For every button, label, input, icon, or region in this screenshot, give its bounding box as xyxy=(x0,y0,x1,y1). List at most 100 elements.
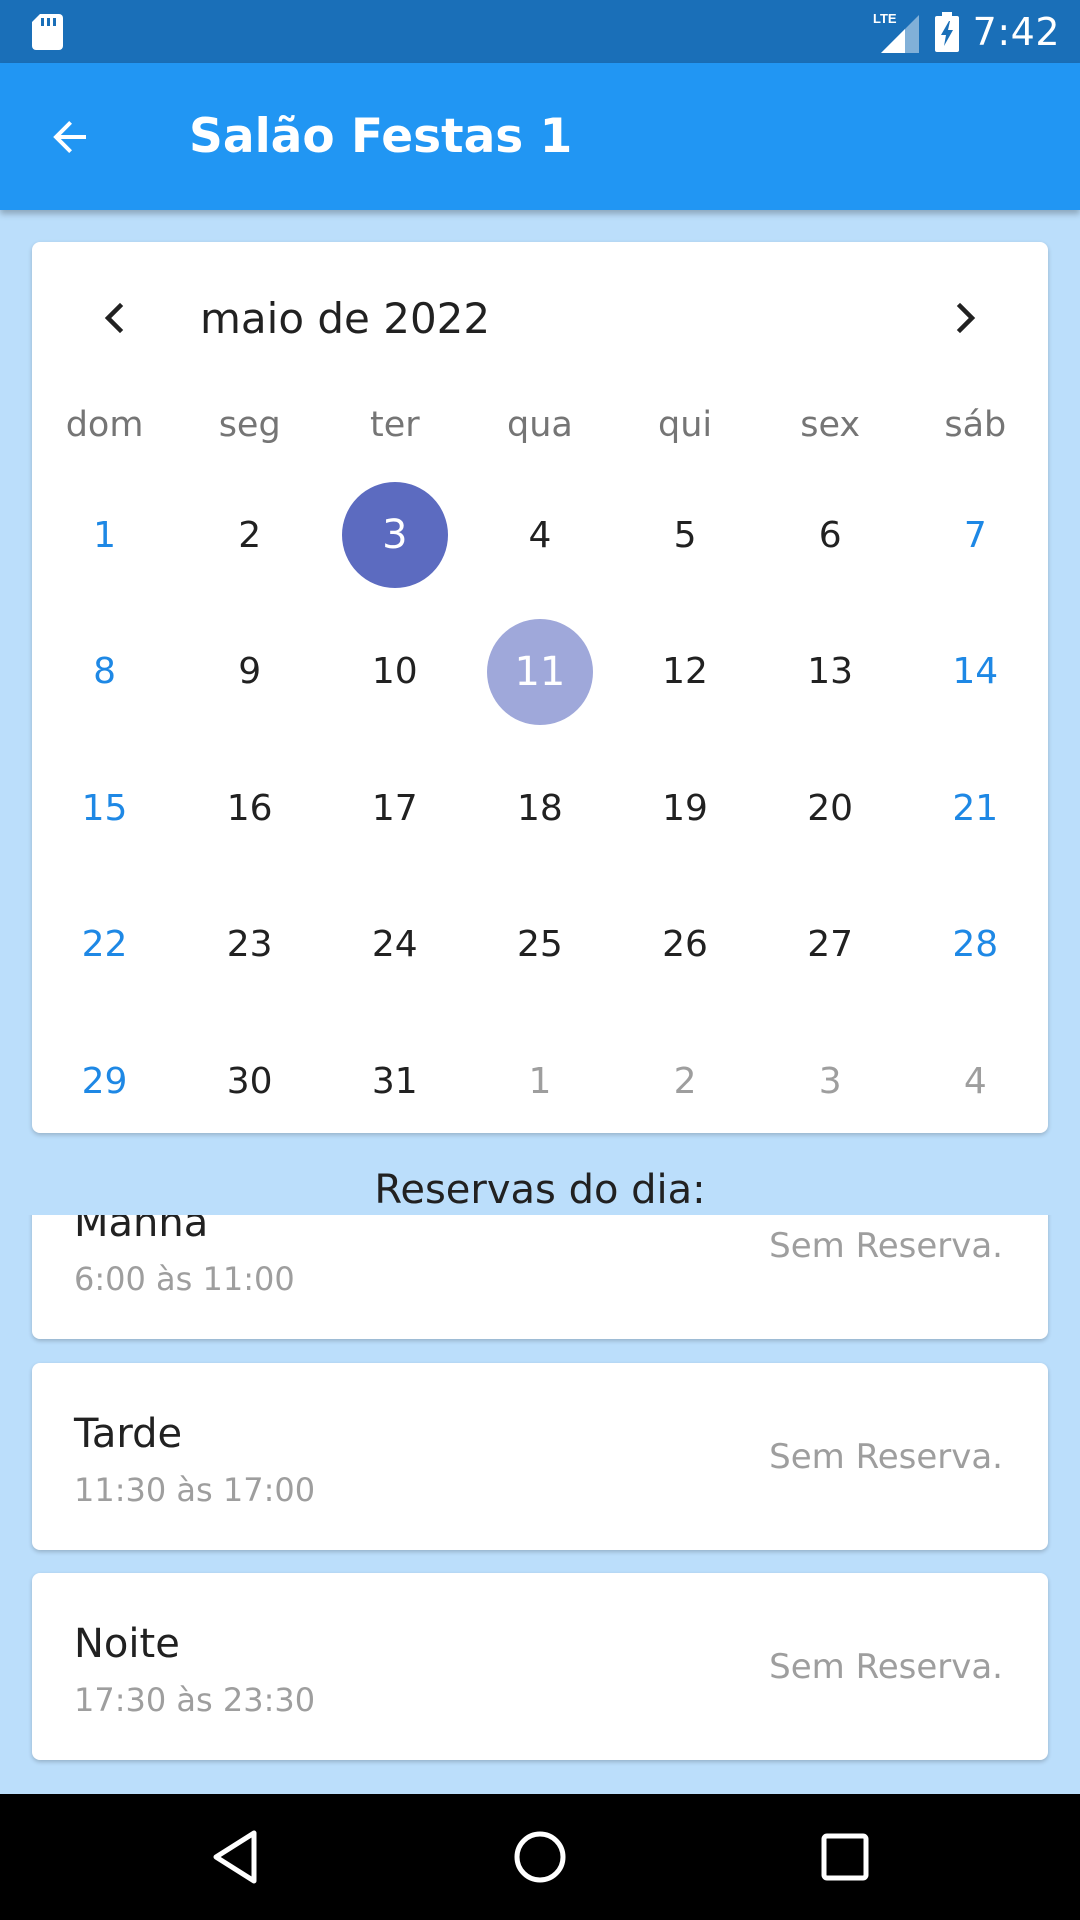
day-number: 2 xyxy=(238,514,262,556)
day-number: 3 xyxy=(818,1060,842,1102)
day-number: 17 xyxy=(371,787,418,829)
calendar-day[interactable]: 26 xyxy=(613,877,758,1014)
weekday-label: ter xyxy=(369,405,420,445)
day-number: 24 xyxy=(371,924,418,966)
calendar-day[interactable]: 15 xyxy=(32,740,177,877)
calendar-day[interactable]: 24 xyxy=(322,877,467,1014)
previous-month-button[interactable] xyxy=(85,288,145,348)
calendar-day[interactable]: 30 xyxy=(177,1013,322,1150)
calendar-day-outside[interactable]: 1 xyxy=(467,1013,612,1150)
nav-recents-button[interactable] xyxy=(810,1822,880,1892)
nav-home-button[interactable] xyxy=(505,1822,575,1892)
status-time: 7:42 xyxy=(972,9,1060,54)
calendar-day-outside[interactable]: 3 xyxy=(758,1013,903,1150)
reservation-time: 17:30 às 23:30 xyxy=(74,1681,316,1719)
calendar-day[interactable]: 25 xyxy=(467,877,612,1014)
app-bar: Salão Festas 1 xyxy=(0,63,1080,210)
system-nav-bar xyxy=(0,1794,1080,1920)
reservations-title: Reservas do dia: xyxy=(374,1167,706,1213)
day-number: 16 xyxy=(226,787,273,829)
calendar-day[interactable]: 19 xyxy=(613,740,758,877)
days-grid: 1 2 3 4 5 6 7 8 9 10 11 12 13 14 15 16 17 18 19 20 21 22 23 24 2… xyxy=(32,467,1048,1150)
arrow-left-icon xyxy=(53,121,86,153)
calendar-day[interactable]: 18 xyxy=(467,740,612,877)
calendar-day[interactable]: 17 xyxy=(322,740,467,877)
reservation-card-tarde[interactable]: Tarde 11:30 às 17:00 Sem Reserva. xyxy=(32,1363,1048,1550)
page-title: Salão Festas 1 xyxy=(189,109,573,164)
calendar-day[interactable]: 27 xyxy=(758,877,903,1014)
calendar-day[interactable]: 8 xyxy=(32,604,177,741)
status-bar: LTE 7:42 xyxy=(0,0,1080,63)
day-number: 8 xyxy=(93,651,117,693)
day-number: 1 xyxy=(528,1060,552,1102)
network-label: LTE xyxy=(873,11,897,26)
reservations-list[interactable]: Manhã 6:00 às 11:00 Sem Reserva. Tarde 1… xyxy=(0,1215,1080,1795)
triangle-back-icon xyxy=(213,1830,257,1884)
weekday-label: sex xyxy=(800,405,861,445)
calendar-day[interactable]: 22 xyxy=(32,877,177,1014)
day-number: 26 xyxy=(662,924,708,966)
calendar-day-today[interactable]: 11 xyxy=(467,604,612,741)
battery-charging-icon xyxy=(934,11,959,52)
day-number: 23 xyxy=(226,924,273,966)
calendar-day[interactable]: 1 xyxy=(32,467,177,604)
calendar-day[interactable]: 28 xyxy=(903,877,1048,1014)
next-month-button[interactable] xyxy=(935,288,995,348)
reservation-card-manha[interactable]: Manhã 6:00 às 11:00 Sem Reserva. xyxy=(32,1215,1048,1339)
reservation-name: Manhã xyxy=(74,1215,209,1246)
day-number: 12 xyxy=(662,651,708,693)
day-number: 7 xyxy=(963,514,987,556)
day-number: 4 xyxy=(528,514,552,556)
calendar-day[interactable]: 2 xyxy=(177,467,322,604)
day-number: 2 xyxy=(673,1060,697,1102)
calendar-day[interactable]: 10 xyxy=(322,604,467,741)
calendar-day[interactable]: 16 xyxy=(177,740,322,877)
calendar-day-outside[interactable]: 2 xyxy=(613,1013,758,1150)
sd-card-icon xyxy=(32,14,63,50)
reservation-name: Tarde xyxy=(74,1411,183,1457)
calendar-day[interactable]: 21 xyxy=(903,740,1048,877)
day-number: 15 xyxy=(81,787,128,829)
weekday-label: sáb xyxy=(944,405,1007,445)
day-number: 1 xyxy=(93,514,117,556)
calendar-day[interactable]: 12 xyxy=(613,604,758,741)
weekday-label: qui xyxy=(658,405,713,445)
calendar-day[interactable]: 14 xyxy=(903,604,1048,741)
lte-signal-icon: LTE xyxy=(873,11,919,53)
reservation-status: Sem Reserva. xyxy=(769,1646,1003,1687)
status-indicators: LTE 7:42 xyxy=(873,0,1060,63)
weekday-header: dom seg ter qua qui sex sáb xyxy=(32,397,1048,453)
day-number: 21 xyxy=(952,787,999,829)
day-number: 28 xyxy=(952,924,999,966)
day-number: 14 xyxy=(952,651,999,693)
calendar-day[interactable]: 20 xyxy=(758,740,903,877)
square-recents-icon xyxy=(821,1833,869,1881)
month-title: maio de 2022 xyxy=(200,293,491,343)
calendar-day[interactable]: 5 xyxy=(613,467,758,604)
nav-back-button[interactable] xyxy=(200,1822,270,1892)
calendar-day[interactable]: 7 xyxy=(903,467,1048,604)
calendar-day-selected[interactable]: 3 xyxy=(322,467,467,604)
calendar-day-outside[interactable]: 4 xyxy=(903,1013,1048,1150)
calendar-day[interactable]: 29 xyxy=(32,1013,177,1150)
calendar-day[interactable]: 23 xyxy=(177,877,322,1014)
calendar-day[interactable]: 13 xyxy=(758,604,903,741)
calendar-day[interactable]: 6 xyxy=(758,467,903,604)
reservation-card-noite[interactable]: Noite 17:30 às 23:30 Sem Reserva. xyxy=(32,1573,1048,1760)
day-number: 13 xyxy=(807,651,854,693)
day-number: 3 xyxy=(341,482,448,589)
calendar-day[interactable]: 31 xyxy=(322,1013,467,1150)
day-number: 18 xyxy=(517,787,563,829)
day-number: 29 xyxy=(81,1060,128,1102)
back-button[interactable] xyxy=(40,107,100,167)
calendar-day[interactable]: 9 xyxy=(177,604,322,741)
reservation-status: Sem Reserva. xyxy=(769,1436,1003,1477)
calendar-day[interactable]: 4 xyxy=(467,467,612,604)
day-number: 20 xyxy=(807,787,854,829)
day-number: 22 xyxy=(81,924,128,966)
reservation-time: 6:00 às 11:00 xyxy=(74,1260,295,1298)
calendar-card: maio de 2022 dom seg ter qua qui sex sáb… xyxy=(32,242,1048,1133)
circle-home-icon xyxy=(514,1831,566,1883)
day-number: 19 xyxy=(662,787,708,829)
day-number: 27 xyxy=(807,924,854,966)
